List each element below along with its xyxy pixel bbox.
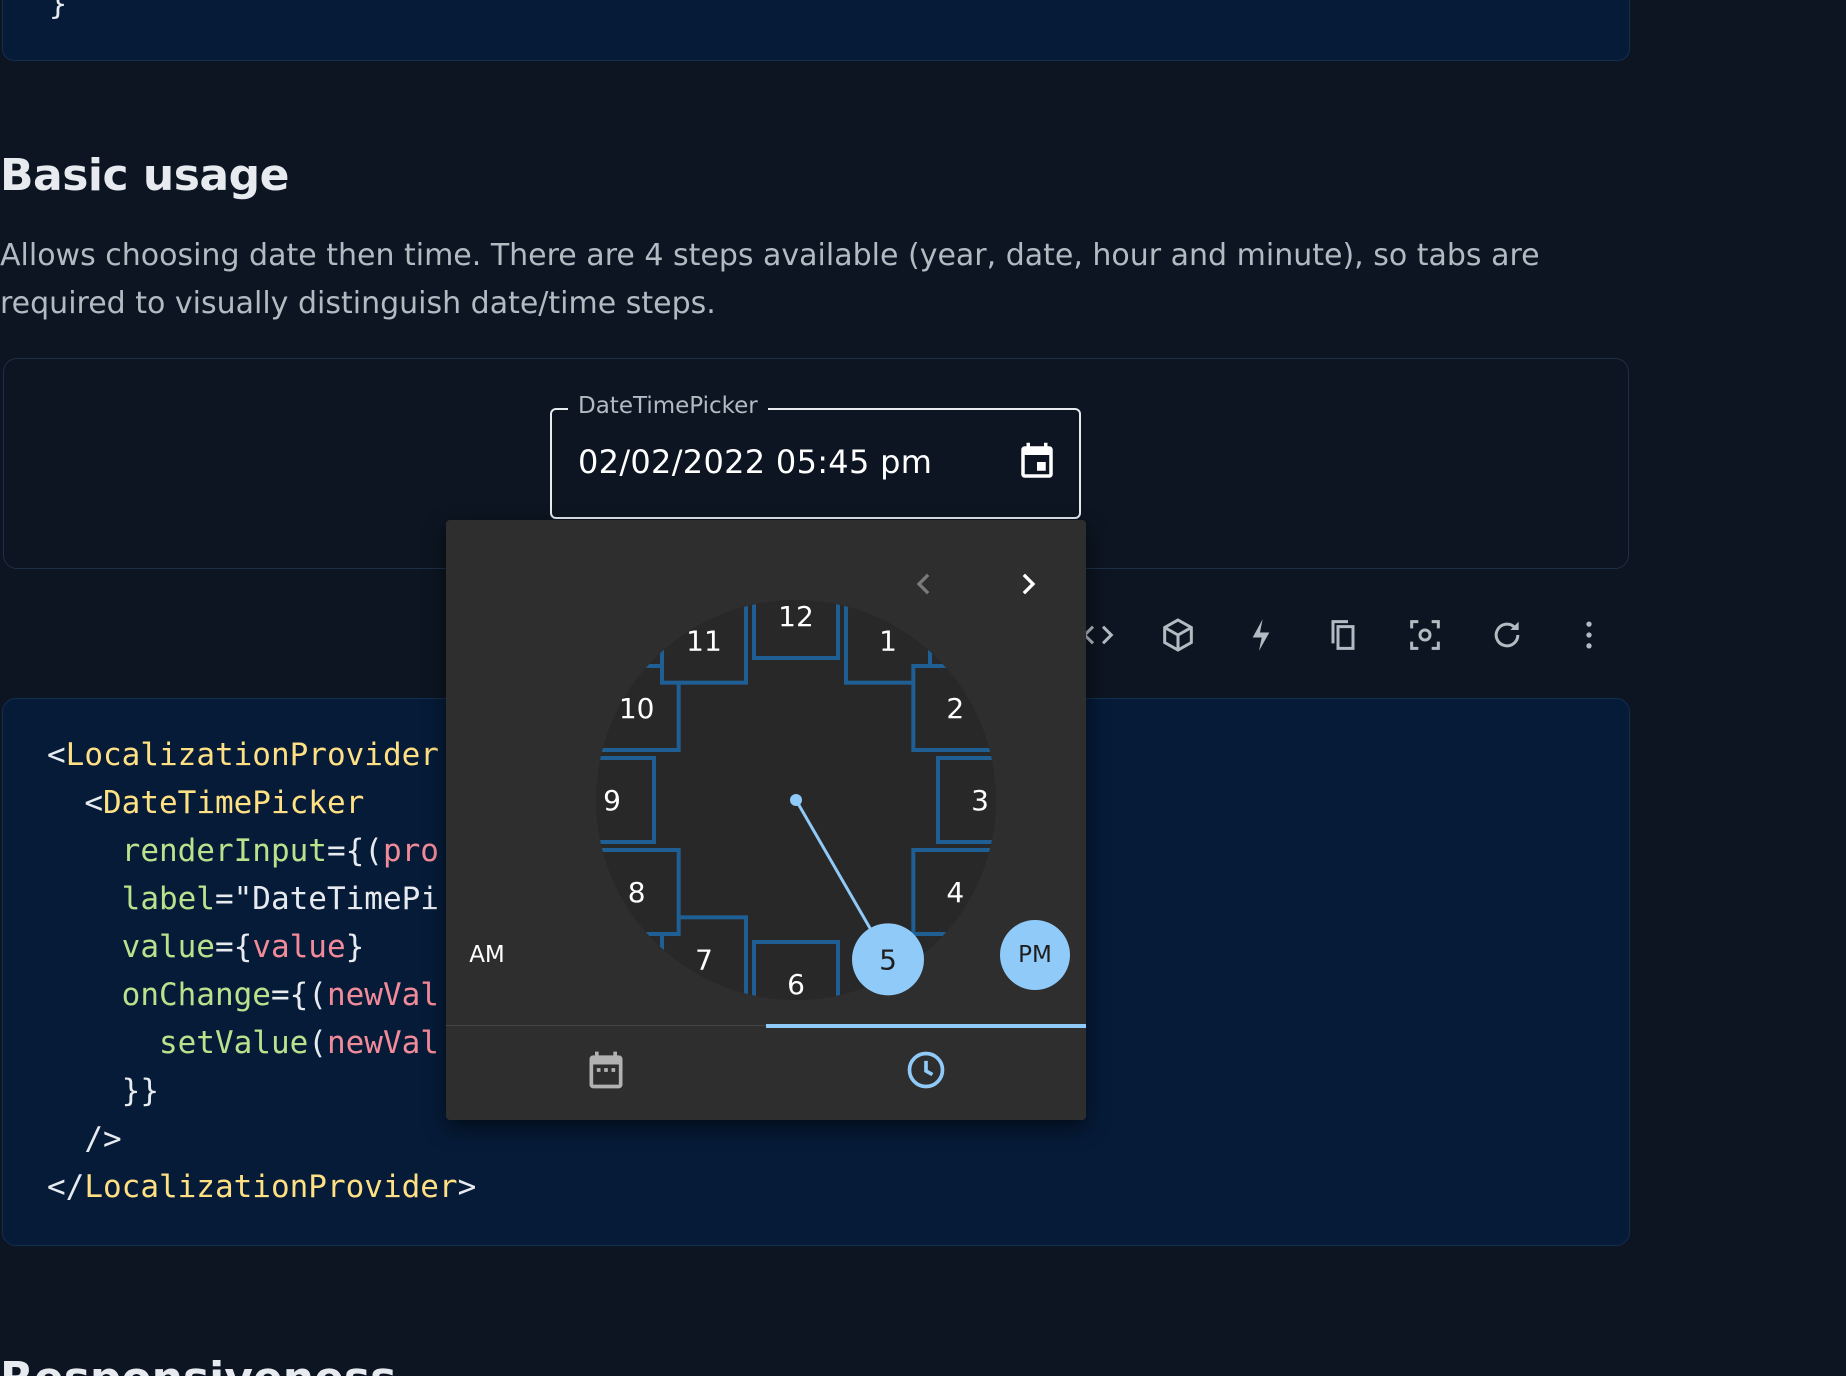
code-line: renderInput={(pro <box>121 833 439 869</box>
datetime-picker-label: DateTimePicker <box>568 393 768 419</box>
picker-tabs <box>446 1024 1086 1120</box>
clock-hour-9[interactable]: 9 <box>603 784 621 817</box>
code-line: value={value} <box>121 929 365 965</box>
am-button[interactable]: AM <box>452 920 522 990</box>
more-icon[interactable] <box>1569 615 1609 655</box>
clock-hour-6[interactable]: 6 <box>787 968 805 1001</box>
clock-hour-5[interactable]: 5 <box>879 943 897 976</box>
tab-time[interactable] <box>766 1026 1086 1120</box>
clock-pin <box>790 794 802 806</box>
section-description: Allows choosing date then time. There ar… <box>0 238 1540 321</box>
copy-icon[interactable] <box>1323 615 1363 655</box>
datetime-picker-input[interactable]: 02/02/2022 05:45 pm <box>578 443 932 481</box>
clock-hour-8[interactable]: 8 <box>628 876 646 909</box>
code-line: <DateTimePicker <box>84 785 365 821</box>
code-line: </LocalizationProvider> <box>47 1169 477 1205</box>
clock-hour-10[interactable]: 10 <box>619 692 655 725</box>
clock-hour-7[interactable]: 7 <box>695 943 713 976</box>
clock-hour-2[interactable]: 2 <box>946 692 964 725</box>
codesandbox-icon[interactable] <box>1158 615 1198 655</box>
clock-face[interactable]: 121234567891011 <box>566 570 1026 1030</box>
code-line: }} <box>121 1073 159 1109</box>
code-closing-brace: } <box>49 0 68 22</box>
clock-hour-4[interactable]: 4 <box>946 876 964 909</box>
calendar-event-icon[interactable] <box>1016 440 1058 484</box>
next-section-title: Responsiveness <box>0 1353 396 1376</box>
clock-hour-3[interactable]: 3 <box>971 784 989 817</box>
pm-button[interactable]: PM <box>1000 920 1070 990</box>
code-line: onChange={(newVal <box>121 977 439 1013</box>
calendar-icon <box>584 1048 628 1092</box>
clock-hour-1[interactable]: 1 <box>879 625 897 658</box>
code-line: /> <box>84 1121 122 1157</box>
clock-icon <box>904 1048 948 1092</box>
code-line: label="DateTimePi <box>121 881 439 917</box>
section-title: Basic usage <box>0 150 289 201</box>
stackblitz-icon[interactable] <box>1241 615 1281 655</box>
datetime-picker-popover: 12 1 2 3 4 5 6 7 8 9 10 11 AM PM <box>446 520 1086 1120</box>
code-line: setValue(newVal <box>158 1025 439 1061</box>
clock-hour-11[interactable]: 11 <box>686 625 722 658</box>
reset-icon[interactable] <box>1487 615 1527 655</box>
clock-hour-12[interactable]: 12 <box>778 600 814 633</box>
tab-date[interactable] <box>446 1026 766 1120</box>
code-line: <LocalizationProvider <box>47 737 439 773</box>
previous-code-block: } <box>2 0 1630 61</box>
reset-focus-icon[interactable] <box>1405 615 1445 655</box>
